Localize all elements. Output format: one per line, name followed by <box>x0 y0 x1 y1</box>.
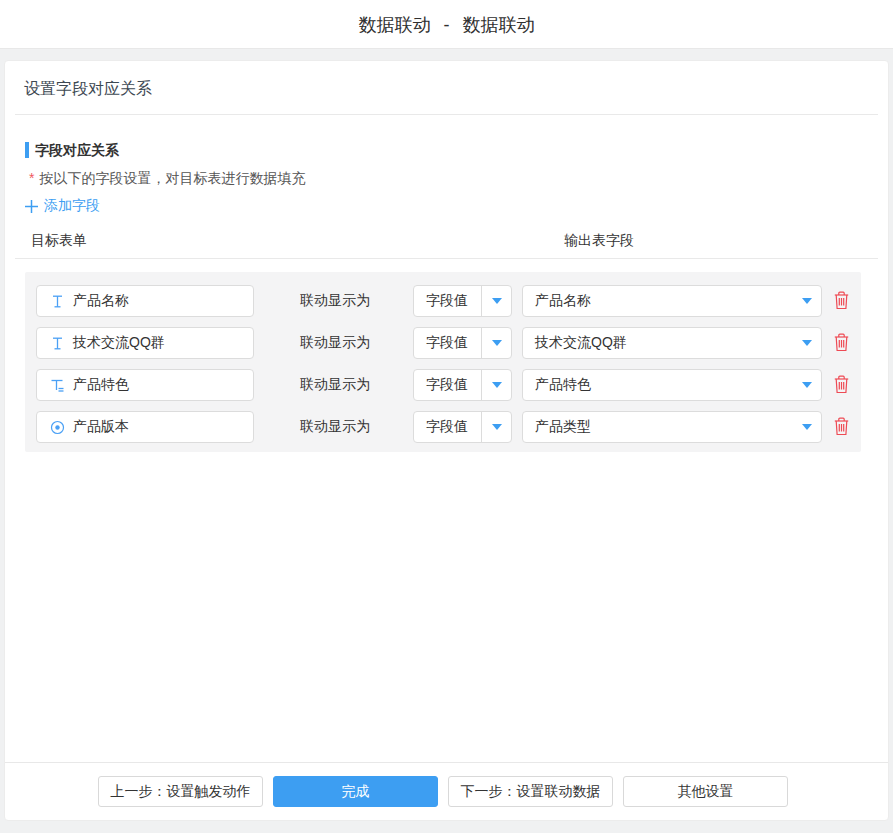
field-mapping-list: 产品名称 联动显示为 字段值 产品名称 技术交流QQ群 联动显示为 字段值 技术… <box>25 272 861 452</box>
divider <box>15 114 878 115</box>
text-input-icon <box>50 294 65 309</box>
finish-button[interactable]: 完成 <box>273 776 438 807</box>
target-field-label: 产品版本 <box>73 418 129 436</box>
mode-select-value: 字段值 <box>414 292 481 310</box>
required-asterisk: * <box>29 170 34 186</box>
target-field-input[interactable]: 技术交流QQ群 <box>36 327 254 359</box>
output-field-value: 产品类型 <box>535 418 591 436</box>
target-field-input[interactable]: 产品版本 <box>36 411 254 443</box>
field-mapping-row: 技术交流QQ群 联动显示为 字段值 技术交流QQ群 <box>25 327 861 359</box>
top-header: 数据联动 - 数据联动 <box>0 0 893 49</box>
chevron-down-icon[interactable] <box>482 298 511 304</box>
column-header-target-form: 目标表单 <box>31 233 87 247</box>
add-field-button[interactable]: 添加字段 <box>24 198 100 214</box>
delete-row-button[interactable] <box>834 374 849 395</box>
column-header-output-field: 输出表字段 <box>564 233 634 247</box>
settings-panel: 设置字段对应关系 字段对应关系 *按以下的字段设置，对目标表进行数据填充 添加字… <box>4 60 889 821</box>
mode-select[interactable]: 字段值 <box>413 285 512 317</box>
field-mapping-row: 产品版本 联动显示为 字段值 产品类型 <box>25 411 861 443</box>
target-field-input[interactable]: 产品名称 <box>36 285 254 317</box>
mode-select-value: 字段值 <box>414 334 481 352</box>
chevron-down-icon <box>802 382 812 388</box>
output-field-select[interactable]: 产品类型 <box>522 411 822 443</box>
required-note: *按以下的字段设置，对目标表进行数据填充 <box>29 171 305 185</box>
section-title-marker <box>25 142 29 158</box>
chevron-down-icon <box>802 340 812 346</box>
mode-select-value: 字段值 <box>414 418 481 436</box>
chevron-down-icon <box>802 298 812 304</box>
divider <box>5 762 888 763</box>
link-display-label: 联动显示为 <box>300 369 370 401</box>
footer-button[interactable]: 下一步：设置联动数据 <box>448 776 613 807</box>
output-field-select[interactable]: 技术交流QQ群 <box>522 327 822 359</box>
target-field-label: 产品特色 <box>73 376 129 394</box>
footer-actions: 上一步：设置触发动作完成下一步：设置联动数据其他设置 <box>98 776 788 807</box>
mode-select[interactable]: 字段值 <box>413 411 512 443</box>
mode-select-value: 字段值 <box>414 376 481 394</box>
footer-button[interactable]: 其他设置 <box>623 776 788 807</box>
output-field-select[interactable]: 产品名称 <box>522 285 822 317</box>
output-field-value: 产品特色 <box>535 376 591 394</box>
page-title: 数据联动 - 数据联动 <box>359 12 535 37</box>
output-field-value: 产品名称 <box>535 292 591 310</box>
delete-row-button[interactable] <box>834 290 849 311</box>
field-mapping-row: 产品特色 联动显示为 字段值 产品特色 <box>25 369 861 401</box>
chevron-down-icon[interactable] <box>482 424 511 430</box>
chevron-down-icon[interactable] <box>482 382 511 388</box>
link-display-label: 联动显示为 <box>300 327 370 359</box>
mode-select[interactable]: 字段值 <box>413 369 512 401</box>
radio-icon <box>50 420 65 435</box>
text-input-icon <box>50 336 65 351</box>
link-display-label: 联动显示为 <box>300 411 370 443</box>
target-field-label: 技术交流QQ群 <box>73 334 165 352</box>
footer-button[interactable]: 上一步：设置触发动作 <box>98 776 263 807</box>
section-title: 字段对应关系 <box>25 142 119 158</box>
textarea-icon <box>50 378 65 393</box>
plus-icon <box>24 199 39 214</box>
field-mapping-row: 产品名称 联动显示为 字段值 产品名称 <box>25 285 861 317</box>
delete-row-button[interactable] <box>834 332 849 353</box>
delete-row-button[interactable] <box>834 416 849 437</box>
chevron-down-icon <box>802 424 812 430</box>
mode-select[interactable]: 字段值 <box>413 327 512 359</box>
panel-header-title: 设置字段对应关系 <box>24 81 152 97</box>
link-display-label: 联动显示为 <box>300 285 370 317</box>
chevron-down-icon[interactable] <box>482 340 511 346</box>
output-field-value: 技术交流QQ群 <box>535 334 627 352</box>
target-field-input[interactable]: 产品特色 <box>36 369 254 401</box>
target-field-label: 产品名称 <box>73 292 129 310</box>
divider <box>15 258 878 259</box>
output-field-select[interactable]: 产品特色 <box>522 369 822 401</box>
